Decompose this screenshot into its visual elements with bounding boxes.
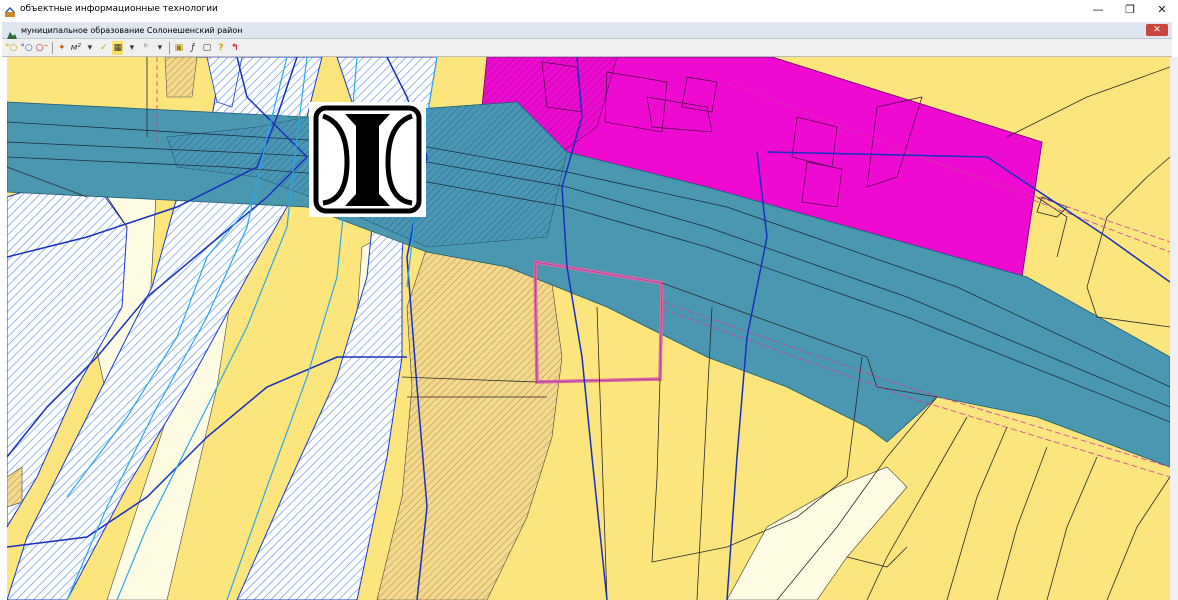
dropdown-arrow-icon[interactable]: ▾ — [154, 41, 165, 55]
app-icon — [4, 3, 16, 17]
document-icon — [6, 25, 18, 39]
document-titlebar: муниципальное образование Солонешенский … — [2, 22, 1172, 39]
tool-grid-icon[interactable]: ▦ — [112, 40, 124, 55]
bridge-sign-icon — [309, 102, 426, 217]
map-canvas[interactable] — [7, 57, 1170, 600]
tool-point-select[interactable]: °○ — [20, 41, 32, 55]
tool-point-remove[interactable]: ○⁻ — [36, 41, 49, 55]
undo-icon[interactable]: ↰ — [229, 41, 240, 55]
toolbar: °○ °○ ○⁻ ✦ м² ▾ ✓ ▦ ▾ ᴵᶜ ▾ ▣ ƒ ▢ ? ↰ — [2, 39, 1172, 57]
cream-parcel — [726, 466, 908, 600]
tool-frame-icon[interactable]: ▣ — [173, 41, 184, 55]
tool-function-icon[interactable]: ƒ — [187, 41, 198, 55]
app-title: объектные информационные технологии — [20, 4, 218, 14]
restore-button[interactable]: ❐ — [1114, 0, 1146, 18]
app-titlebar: объектные информационные технологии — ❐ … — [0, 0, 1178, 18]
tool-layers-icon[interactable]: ᴵᶜ — [140, 41, 151, 55]
tool-area-measure[interactable]: м² — [70, 41, 81, 55]
dropdown-arrow-icon[interactable]: ▾ — [126, 41, 137, 55]
window-border-right — [1170, 57, 1178, 600]
tool-object-icon[interactable]: ✦ — [56, 41, 67, 55]
help-icon[interactable]: ? — [215, 41, 226, 55]
tan-hatched-area — [164, 57, 198, 98]
tool-rectangle-icon[interactable]: ▢ — [201, 41, 212, 55]
window-controls: — ❐ ✕ — [1082, 0, 1178, 18]
tool-check-icon[interactable]: ✓ — [98, 41, 109, 55]
dropdown-arrow-icon[interactable]: ▾ — [84, 41, 95, 55]
minimize-button[interactable]: — — [1082, 0, 1114, 18]
map-drawing — [7, 57, 1170, 600]
close-button[interactable]: ✕ — [1146, 0, 1178, 18]
document-title: муниципальное образование Солонешенский … — [21, 25, 243, 35]
document-close-button[interactable]: ✕ — [1146, 24, 1168, 36]
toolbar-separator — [169, 41, 171, 54]
toolbar-separator — [52, 41, 54, 54]
tool-point-add[interactable]: °○ — [5, 41, 17, 55]
